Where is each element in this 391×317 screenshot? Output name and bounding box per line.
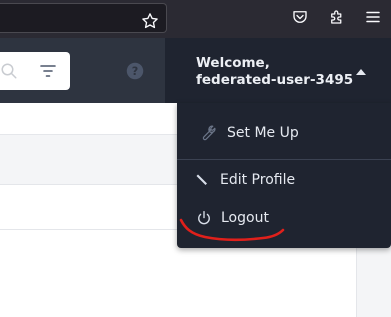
- welcome-text[interactable]: Welcome, federated-user-3495: [196, 55, 353, 89]
- menu-item-label: Edit Profile: [220, 172, 296, 188]
- help-icon[interactable]: ?: [126, 62, 144, 80]
- menu-item-label: Set Me Up: [227, 125, 299, 141]
- app-menu-icon[interactable]: [364, 8, 382, 26]
- svg-text:?: ?: [132, 65, 139, 78]
- menu-item-set-me-up[interactable]: Set Me Up: [177, 116, 391, 150]
- wrench-icon: [202, 125, 216, 141]
- pencil-icon: [196, 174, 207, 185]
- browser-toolbar: [0, 0, 391, 38]
- search-icon[interactable]: [0, 62, 18, 80]
- filter-icon[interactable]: [40, 64, 56, 78]
- search-box[interactable]: [0, 52, 70, 90]
- bookmark-star-icon[interactable]: [141, 12, 159, 30]
- red-underline-annotation: [179, 218, 285, 242]
- address-bar[interactable]: [0, 3, 167, 33]
- pocket-icon[interactable]: [291, 8, 309, 26]
- extensions-icon[interactable]: [328, 8, 346, 26]
- username: federated-user-3495: [196, 72, 354, 88]
- menu-separator: [177, 159, 391, 160]
- caret-up-icon[interactable]: [356, 68, 366, 75]
- welcome-greeting: Welcome,: [196, 55, 270, 71]
- menu-item-edit-profile[interactable]: Edit Profile: [177, 163, 391, 197]
